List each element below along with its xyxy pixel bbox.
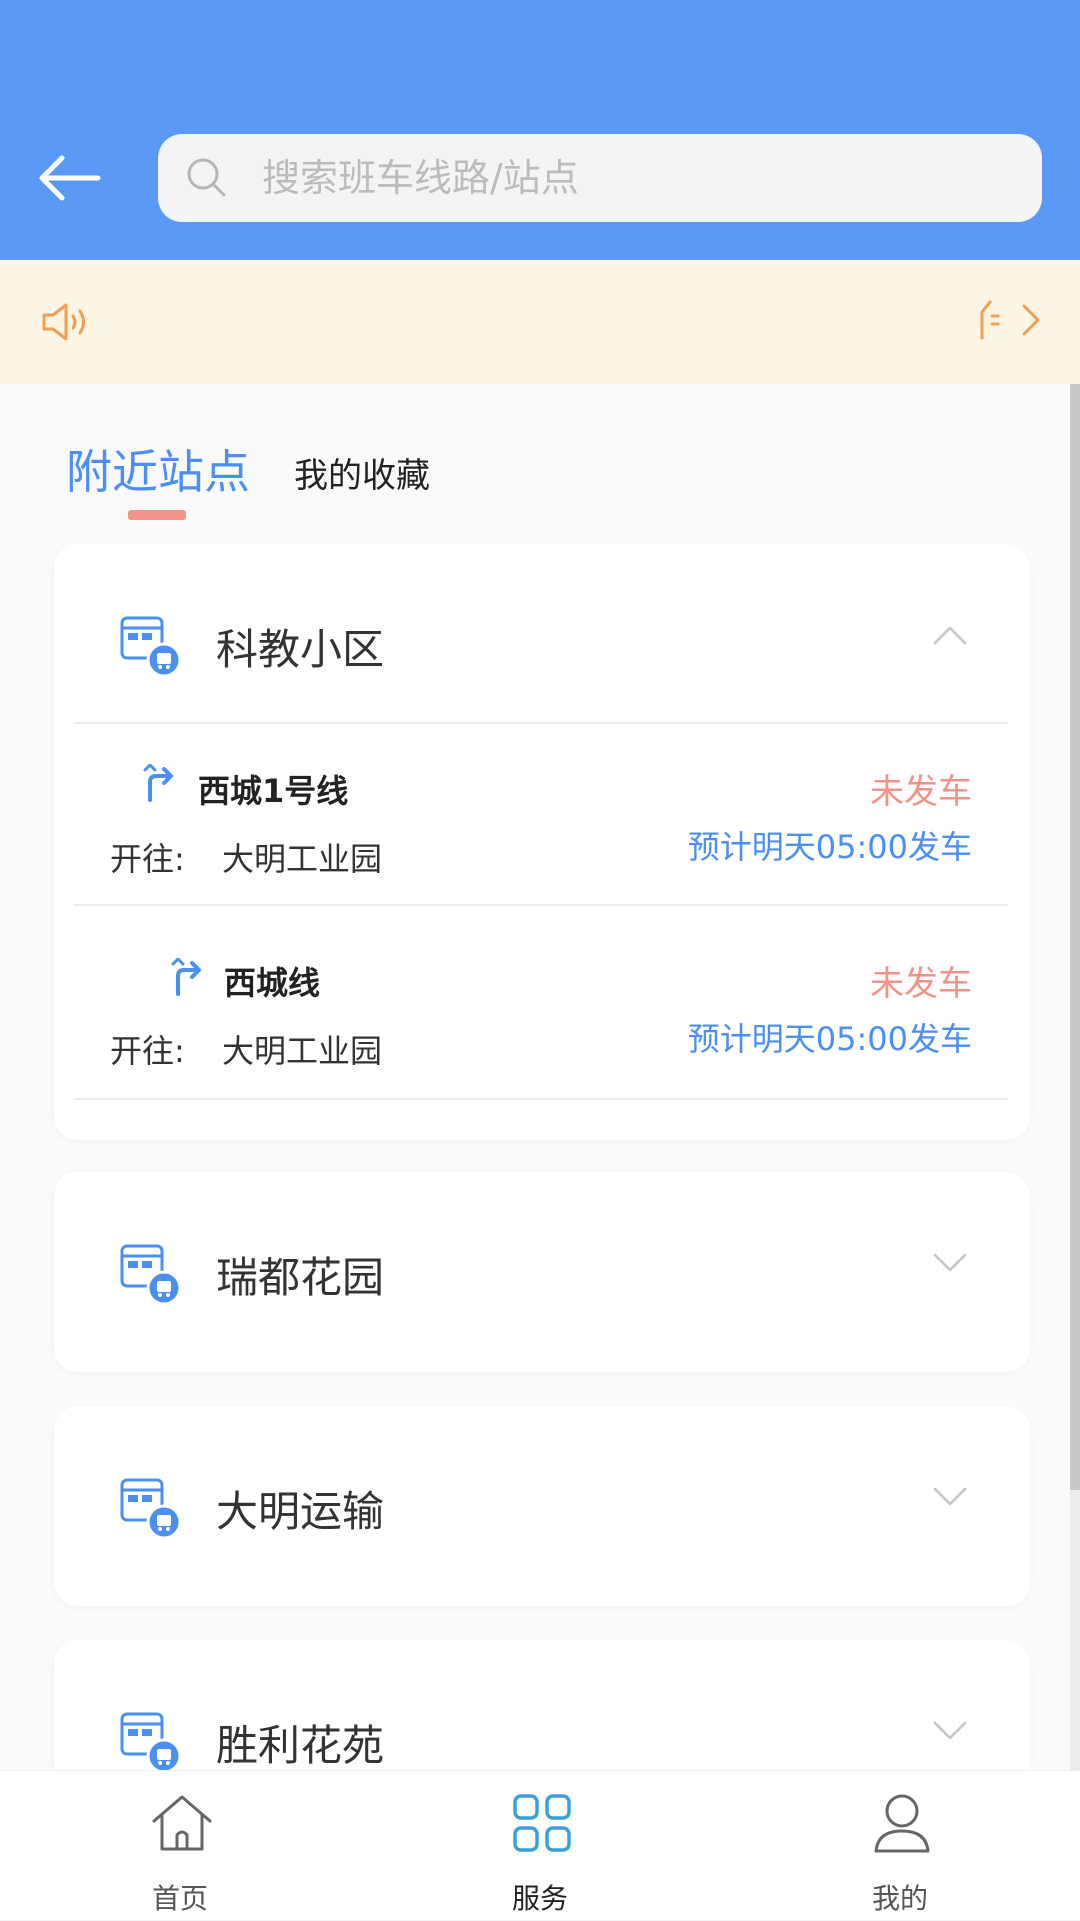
stop-card[interactable]: 大明运输: [54, 1406, 1030, 1606]
notice-list-icon: [980, 300, 1000, 340]
divider: [74, 1098, 1008, 1100]
route-name: 西城线: [224, 964, 321, 1002]
nav-home-label: 首页: [151, 1882, 208, 1915]
route-row[interactable]: 西城1号线 开往: 大明工业园 未发车 预计明天05:00发车: [54, 724, 1030, 904]
arrow-left-icon: [39, 155, 101, 201]
nav-services-label: 服务: [511, 1882, 568, 1915]
bottom-nav: 首页 服务 我的: [0, 1770, 1080, 1920]
stop-name: 科教小区: [216, 625, 385, 674]
header-bar: [0, 0, 1080, 260]
chevron-up-icon[interactable]: [932, 624, 968, 650]
stop-card[interactable]: 瑞都花园: [54, 1172, 1030, 1372]
notice-bar[interactable]: [0, 260, 1080, 384]
stop-name: 瑞都花园: [216, 1253, 385, 1302]
nav-services[interactable]: 服务: [440, 1771, 640, 1921]
chevron-down-icon[interactable]: [932, 1486, 968, 1512]
direction-label: 开往:: [110, 840, 185, 878]
speaker-icon: [40, 300, 92, 348]
bus-stop-icon: [120, 1712, 182, 1778]
tab-active-indicator: [128, 510, 186, 520]
tab-my-favorites[interactable]: 我的收藏: [294, 448, 430, 497]
route-eta: 预计明天05:00发车: [687, 828, 972, 866]
nav-mine-label: 我的: [871, 1882, 928, 1915]
chevron-down-icon[interactable]: [932, 1252, 968, 1278]
home-icon: [150, 1791, 214, 1859]
bus-stop-icon: [120, 1478, 182, 1544]
search-input[interactable]: [260, 155, 980, 201]
notice-more[interactable]: [976, 298, 1042, 342]
search-box[interactable]: [158, 134, 1042, 222]
back-button[interactable]: [24, 140, 114, 216]
bus-stop-icon: [120, 616, 182, 682]
user-icon: [870, 1791, 934, 1859]
divider: [74, 904, 1008, 906]
nav-home[interactable]: 首页: [80, 1771, 280, 1921]
route-fork-icon: [142, 763, 178, 806]
route-name: 西城1号线: [198, 772, 349, 810]
route-eta: 预计明天05:00发车: [687, 1020, 972, 1058]
search-icon: [184, 155, 230, 201]
tab-nearby-stops[interactable]: 附近站点: [66, 436, 250, 502]
route-status: 未发车: [870, 772, 972, 812]
grid-icon: [510, 1791, 574, 1859]
chevron-down-icon[interactable]: [932, 1720, 968, 1746]
bus-stop-icon: [120, 1244, 182, 1310]
route-status: 未发车: [870, 964, 972, 1004]
route-destination: 大明工业园: [222, 840, 383, 878]
chevron-right-icon: [1022, 304, 1040, 336]
nav-mine[interactable]: 我的: [800, 1771, 1000, 1921]
scrollbar-thumb[interactable]: [1070, 384, 1080, 1490]
stop-name: 大明运输: [216, 1487, 385, 1536]
stop-name: 胜利花苑: [216, 1721, 385, 1770]
stop-card: 科教小区 西城1号线 开往: 大明工业园 未发车 预计明天05:00发车 西城线…: [54, 544, 1030, 1140]
route-fork-icon: [170, 957, 206, 1000]
stop-card[interactable]: 胜利花苑: [54, 1640, 1030, 1774]
direction-label: 开往:: [110, 1032, 185, 1070]
stop-card-header[interactable]: 瑞都花园: [54, 1172, 1030, 1372]
stop-card-header[interactable]: 科教小区: [54, 544, 1030, 744]
stop-card-header[interactable]: 大明运输: [54, 1406, 1030, 1606]
route-row[interactable]: 西城线 开往: 大明工业园 未发车 预计明天05:00发车: [54, 916, 1030, 1096]
route-destination: 大明工业园: [222, 1032, 383, 1070]
